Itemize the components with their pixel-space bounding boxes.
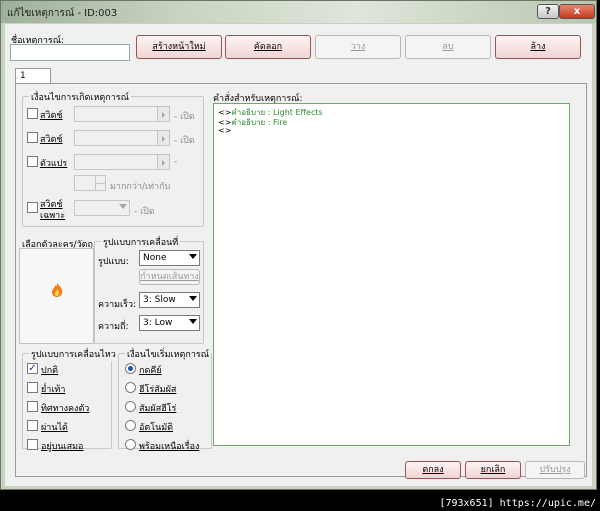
movement-type-label: รูปแบบ: bbox=[98, 257, 129, 267]
copy-page-button[interactable]: คัดลอก bbox=[225, 35, 311, 59]
speed-select[interactable]: 3: Slow bbox=[139, 292, 200, 308]
self-switch-label-line2: เฉพาะ bbox=[40, 211, 66, 221]
new-page-button[interactable]: สร้างหน้าใหม่ bbox=[136, 35, 222, 59]
option-label: ทิศทางคงตัว bbox=[41, 404, 90, 414]
trigger-radio[interactable] bbox=[125, 363, 136, 374]
switch1-label: สวิตช์ bbox=[40, 111, 63, 121]
option-checkbox[interactable] bbox=[27, 401, 38, 412]
variable-value-stepper[interactable] bbox=[74, 175, 106, 191]
option-label: อยู่บนเสมอ bbox=[41, 442, 84, 452]
tab-page-1[interactable]: 1 bbox=[15, 68, 51, 84]
trigger-radio[interactable] bbox=[125, 439, 136, 450]
chevron-down-icon bbox=[119, 204, 127, 209]
self-switch-checkbox[interactable] bbox=[27, 202, 38, 213]
copy-page-label: คัดลอก bbox=[253, 42, 283, 52]
trigger-label: สัมผัสฮีโร่ bbox=[139, 404, 177, 414]
switch2-label: สวิตช์ bbox=[40, 135, 63, 145]
command-list[interactable]: <>คำอธิบาย : Light Effects <>คำอธิบาย : F… bbox=[213, 103, 570, 446]
speed-label: ความเร็ว: bbox=[98, 300, 137, 310]
option-label: ย่ำเท้า bbox=[41, 385, 66, 395]
move-route-button[interactable]: กำหนดเส้นทาง bbox=[139, 269, 200, 285]
delete-page-label: ลบ bbox=[442, 42, 454, 52]
frequency-label: ความถี่: bbox=[98, 322, 129, 332]
switch2-select[interactable] bbox=[74, 130, 170, 146]
trigger-radio[interactable] bbox=[125, 420, 136, 431]
help-button[interactable]: ? bbox=[537, 4, 559, 19]
apply-button[interactable]: ปรับปรุง bbox=[525, 461, 585, 479]
trigger-radio[interactable] bbox=[125, 382, 136, 393]
option-label: ผ่านได้ bbox=[41, 423, 68, 433]
arrow-right-icon bbox=[157, 131, 169, 145]
trigger-label: ฮีโร่สัมผัส bbox=[139, 385, 177, 395]
stepper-down-icon[interactable] bbox=[95, 183, 105, 190]
window-title: แก้ไขเหตุการณ์ - ID:003 bbox=[7, 8, 118, 19]
chevron-down-icon bbox=[189, 319, 197, 324]
switch1-checkbox[interactable] bbox=[27, 108, 38, 119]
ok-label: ตกลง bbox=[422, 465, 444, 475]
command-text: คำอธิบาย : Fire bbox=[231, 118, 288, 127]
chevron-down-icon bbox=[189, 254, 197, 259]
trigger-label: กดคีย์ bbox=[139, 366, 162, 376]
trigger-label: อัตโนมัติ bbox=[139, 423, 174, 433]
self-switch-select[interactable] bbox=[74, 200, 130, 216]
graphic-preview[interactable] bbox=[19, 248, 94, 344]
movement-type-select[interactable]: None bbox=[139, 250, 200, 266]
clear-page-button[interactable]: ล้าง bbox=[495, 35, 581, 59]
option-label: ปกติ bbox=[41, 366, 59, 376]
event-name-input[interactable] bbox=[10, 44, 130, 61]
new-page-label: สร้างหน้าใหม่ bbox=[152, 42, 206, 52]
self-switch-suffix: - เปิด bbox=[134, 207, 155, 217]
apply-label: ปรับปรุง bbox=[539, 465, 571, 475]
movement-type-value: None bbox=[143, 253, 167, 263]
clear-page-label: ล้าง bbox=[530, 42, 546, 52]
dialog-body: ชื่อเหตุการณ์: สร้างหน้าใหม่ คัดลอก วาง … bbox=[5, 24, 592, 486]
cancel-button[interactable]: ยกเลิก bbox=[465, 461, 521, 479]
arrow-right-icon bbox=[157, 155, 169, 169]
switch2-checkbox[interactable] bbox=[27, 132, 38, 143]
command-line[interactable]: <> bbox=[218, 126, 231, 135]
variable-suffix: - bbox=[174, 157, 178, 167]
chevron-down-icon bbox=[189, 296, 197, 301]
trigger-label: พร้อมเหนือเรื่อง bbox=[139, 442, 200, 452]
arrow-right-icon bbox=[157, 107, 169, 121]
command-prefix: <> bbox=[218, 126, 232, 135]
variable-label: ตัวแปร bbox=[40, 159, 68, 169]
switch1-suffix: - เปิด bbox=[174, 112, 195, 122]
variable-select[interactable] bbox=[74, 154, 170, 170]
move-route-label: กำหนดเส้นทาง bbox=[140, 272, 199, 282]
conditions-title: เงื่อนไขการเกิดเหตุการณ์ bbox=[29, 90, 131, 104]
movement-title: รูปแบบการเคลื่อนที่ bbox=[101, 235, 181, 249]
fire-icon bbox=[52, 283, 63, 297]
frequency-select[interactable]: 3: Low bbox=[139, 315, 200, 331]
speed-value: 3: Slow bbox=[143, 295, 176, 305]
title-bar[interactable]: แก้ไขเหตุการณ์ - ID:003 ? x bbox=[1, 1, 596, 23]
option-checkbox[interactable] bbox=[27, 382, 38, 393]
watermark-text: [793x651] https://upic.me/ bbox=[439, 498, 596, 509]
paste-page-label: วาง bbox=[350, 42, 366, 52]
option-checkbox[interactable]: ✓ bbox=[27, 363, 38, 374]
delete-page-button[interactable]: ลบ bbox=[405, 35, 491, 59]
ok-button[interactable]: ตกลง bbox=[405, 461, 461, 479]
variable-checkbox[interactable] bbox=[27, 156, 38, 167]
paste-page-button[interactable]: วาง bbox=[315, 35, 401, 59]
trigger-radio[interactable] bbox=[125, 401, 136, 412]
option-checkbox[interactable] bbox=[27, 420, 38, 431]
options-title: รูปแบบการเคลื่อนไหว bbox=[29, 347, 118, 361]
frequency-value: 3: Low bbox=[143, 318, 173, 328]
trigger-title: เงื่อนไขเริ่มเหตุการณ์ bbox=[125, 347, 212, 361]
switch1-select[interactable] bbox=[74, 106, 170, 122]
option-checkbox[interactable] bbox=[27, 439, 38, 450]
switch2-suffix: - เปิด bbox=[174, 136, 195, 146]
variable-compare-label: มากกว่า/เท่ากับ bbox=[110, 182, 171, 192]
cancel-label: ยกเลิก bbox=[480, 465, 506, 475]
close-button[interactable]: x bbox=[559, 4, 595, 19]
